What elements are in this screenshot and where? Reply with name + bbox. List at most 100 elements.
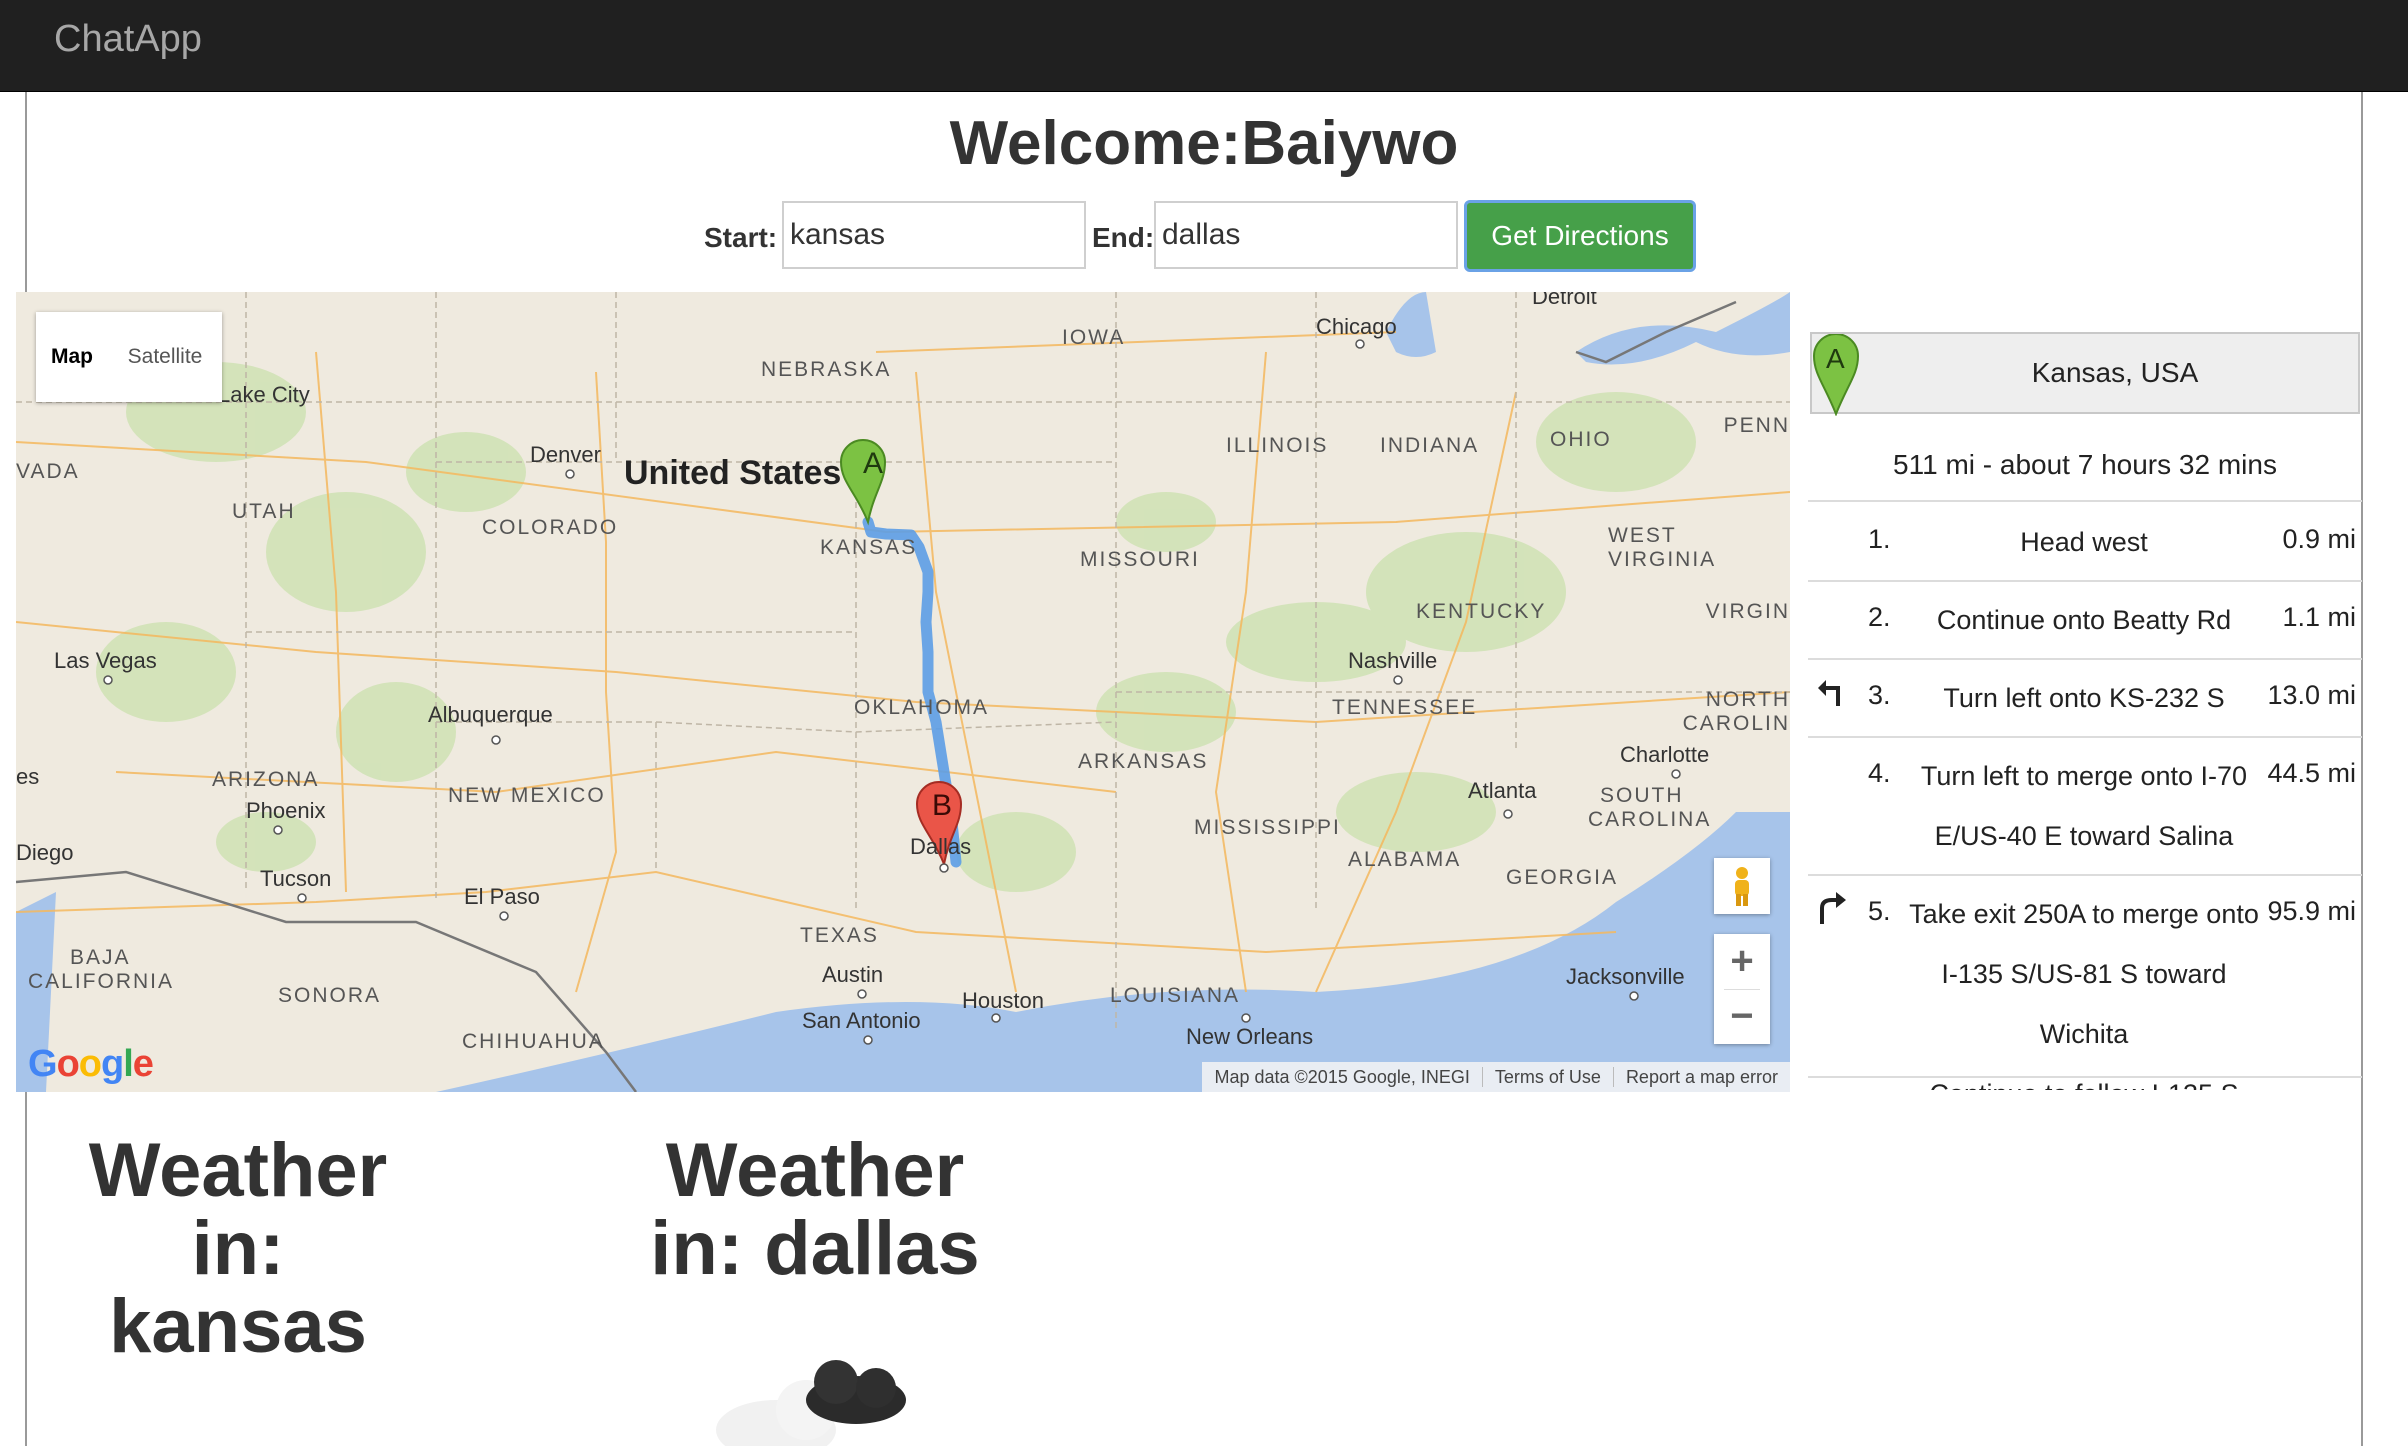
svg-text:Lake City: Lake City: [218, 382, 310, 407]
direction-step[interactable]: 5. Take exit 250A to merge onto I-135 S/…: [1808, 876, 2362, 1078]
svg-text:UTAH: UTAH: [232, 500, 296, 523]
step-distance: 95.9 mi: [2267, 896, 2356, 926]
svg-text:MISSISSIPPI: MISSISSIPPI: [1194, 816, 1341, 839]
svg-text:Diego: Diego: [16, 840, 73, 865]
route-summary: 511 mi - about 7 hours 32 mins: [1808, 430, 2362, 502]
svg-text:SOUTH: SOUTH: [1600, 784, 1684, 807]
svg-text:VIRGIN: VIRGIN: [1706, 600, 1790, 623]
report-error-link[interactable]: Report a map error: [1612, 1067, 1790, 1087]
step-number: 3.: [1868, 680, 1891, 710]
direction-step[interactable]: 4. Turn left to merge onto I-70 E/US-40 …: [1808, 738, 2362, 876]
svg-text:CALIFORNIA: CALIFORNIA: [28, 970, 174, 993]
pegman-button[interactable]: [1714, 858, 1770, 914]
svg-text:CAROLINA: CAROLINA: [1588, 808, 1711, 831]
svg-text:KENTUCKY: KENTUCKY: [1416, 600, 1546, 623]
map-canvas[interactable]: A B NEBRASKA IOWA ILLINOIS INDIANA OHIO …: [16, 292, 1790, 1092]
direction-step[interactable]: Continue to follow I-135 S: [1808, 1078, 2362, 1090]
map-type-control: Map Satellite: [36, 312, 222, 402]
svg-text:PENN: PENN: [1724, 414, 1790, 437]
svg-text:Tucson: Tucson: [260, 866, 331, 891]
country-label: United States: [624, 454, 841, 492]
start-marker-label: A: [1826, 343, 1845, 374]
terms-of-use-link[interactable]: Terms of Use: [1481, 1067, 1613, 1087]
svg-text:MISSOURI: MISSOURI: [1080, 548, 1200, 571]
start-location-row[interactable]: A Kansas, USA: [1810, 332, 2360, 416]
step-text: Head west: [2020, 527, 2148, 557]
step-number: 2.: [1868, 602, 1891, 632]
directions-form: Start: kansas End: dallas Get Directions: [0, 200, 2408, 274]
ramp-right-icon: [1820, 892, 1846, 924]
svg-text:Dallas: Dallas: [910, 834, 971, 859]
svg-text:es: es: [16, 764, 39, 789]
svg-text:Detroit: Detroit: [1532, 292, 1597, 309]
step-text: Turn left onto KS-232 S: [1943, 683, 2225, 713]
svg-text:Nashville: Nashville: [1348, 648, 1437, 673]
svg-text:Denver: Denver: [530, 442, 601, 467]
zoom-in-button[interactable]: +: [1714, 934, 1770, 989]
map-type-satellite-button[interactable]: Satellite: [108, 312, 222, 402]
svg-text:VADA: VADA: [16, 460, 80, 483]
start-address: Kansas, USA: [2031, 357, 2199, 388]
get-directions-button[interactable]: Get Directions: [1464, 200, 1696, 272]
svg-text:ARIZONA: ARIZONA: [212, 768, 319, 791]
svg-text:BAJA: BAJA: [70, 946, 131, 969]
svg-text:ARKANSAS: ARKANSAS: [1078, 750, 1208, 773]
direction-step[interactable]: 1. Head west 0.9 mi: [1808, 504, 2362, 582]
step-number: 4.: [1868, 758, 1891, 788]
svg-text:El Paso: El Paso: [464, 884, 540, 909]
cloudy-icon: [716, 1360, 906, 1446]
marker-a-label: A: [863, 447, 883, 480]
svg-text:WEST: WEST: [1608, 524, 1677, 547]
svg-text:ILLINOIS: ILLINOIS: [1226, 434, 1328, 457]
svg-text:Albuquerque: Albuquerque: [428, 702, 553, 727]
step-text: Continue onto Beatty Rd: [1936, 605, 2232, 635]
start-label: Start:: [704, 222, 778, 253]
svg-text:TENNESSEE: TENNESSEE: [1332, 696, 1477, 719]
svg-text:Atlanta: Atlanta: [1468, 778, 1537, 803]
marker-a-icon: A: [1812, 334, 1860, 416]
pegman-icon: [1735, 867, 1749, 906]
step-number: 5.: [1868, 896, 1891, 926]
svg-text:Phoenix: Phoenix: [246, 798, 326, 823]
end-input[interactable]: dallas: [1154, 201, 1458, 269]
brand-link[interactable]: ChatApp: [54, 18, 202, 61]
svg-text:CHIHUAHUA: CHIHUAHUA: [462, 1030, 605, 1053]
svg-text:Austin: Austin: [822, 962, 883, 987]
svg-text:TEXAS: TEXAS: [800, 924, 879, 947]
svg-text:NORTH: NORTH: [1706, 688, 1790, 711]
svg-text:GEORGIA: GEORGIA: [1506, 866, 1618, 889]
svg-text:OHIO: OHIO: [1550, 428, 1612, 451]
svg-text:NEW MEXICO: NEW MEXICO: [448, 784, 606, 807]
map-data-attribution: Map data ©2015 Google, INEGI: [1214, 1067, 1470, 1087]
svg-text:Chicago: Chicago: [1316, 314, 1397, 339]
svg-text:San Antonio: San Antonio: [802, 1008, 921, 1033]
svg-text:ALABAMA: ALABAMA: [1348, 848, 1461, 871]
step-distance: 13.0 mi: [2267, 680, 2356, 710]
step-distance: 1.1 mi: [2282, 602, 2356, 632]
map-type-map-button[interactable]: Map: [36, 312, 108, 402]
end-label: End:: [1092, 222, 1155, 253]
map-svg: A B NEBRASKA IOWA ILLINOIS INDIANA OHIO …: [16, 292, 1790, 1092]
step-number: 1.: [1868, 524, 1891, 554]
zoom-control: + −: [1714, 934, 1770, 1044]
svg-text:VIRGINIA: VIRGINIA: [1608, 548, 1716, 571]
step-text: Turn left to merge onto I-70 E/US-40 E t…: [1920, 761, 2248, 851]
svg-text:COLORADO: COLORADO: [482, 516, 618, 539]
directions-panel: A Kansas, USA 511 mi - about 7 hours 32 …: [1808, 330, 2362, 1090]
step-distance: 0.9 mi: [2282, 524, 2356, 554]
google-logo[interactable]: Google: [28, 1043, 154, 1086]
step-text: Take exit 250A to merge onto I-135 S/US-…: [1909, 899, 2259, 1049]
svg-text:Charlotte: Charlotte: [1620, 742, 1709, 767]
svg-text:Jacksonville: Jacksonville: [1566, 964, 1685, 989]
svg-text:Houston: Houston: [962, 988, 1044, 1013]
welcome-heading: Welcome:Baiywo: [949, 109, 1459, 178]
svg-text:NEBRASKA: NEBRASKA: [761, 358, 891, 381]
zoom-out-button[interactable]: −: [1714, 989, 1770, 1044]
svg-text:SONORA: SONORA: [278, 984, 381, 1007]
svg-text:Las Vegas: Las Vegas: [54, 648, 157, 673]
svg-text:OKLAHOMA: OKLAHOMA: [854, 696, 989, 719]
start-input[interactable]: kansas: [782, 201, 1086, 269]
svg-text:LOUISIANA: LOUISIANA: [1110, 984, 1240, 1007]
direction-step[interactable]: 2. Continue onto Beatty Rd 1.1 mi: [1808, 582, 2362, 660]
direction-step[interactable]: 3. Turn left onto KS-232 S 13.0 mi: [1808, 660, 2362, 738]
